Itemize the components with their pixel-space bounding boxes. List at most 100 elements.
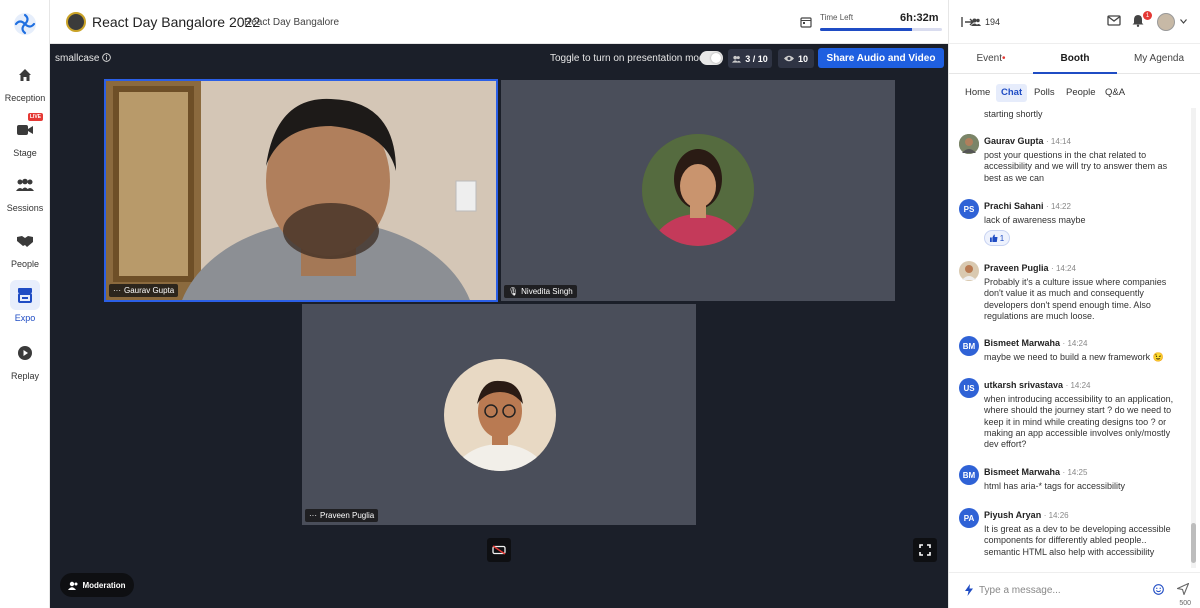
more-options-icon[interactable]: ··· — [309, 511, 317, 520]
rail-label-replay: Replay — [10, 371, 39, 381]
message-meta: Bismeet Marwaha · 14:24 — [984, 338, 1088, 348]
video-stage: smallcase Toggle to turn on presentation… — [50, 44, 948, 608]
rail-item-people[interactable]: People — [0, 226, 50, 269]
subtab-qa[interactable]: Q&A — [1100, 84, 1130, 102]
fullscreen-button[interactable] — [913, 538, 937, 562]
attendee-count: 194 — [985, 17, 1001, 27]
info-icon[interactable] — [102, 53, 112, 62]
message-meta: Piyush Aryan · 14:26 — [984, 510, 1069, 520]
avatar — [959, 134, 979, 154]
organizer-label: smallcase — [55, 53, 100, 64]
message-time: 14:14 — [1050, 137, 1071, 146]
message-time: 14:24 — [1055, 264, 1076, 273]
handshake-icon — [10, 226, 40, 256]
participants-pill[interactable]: 3 / 10 — [728, 49, 772, 68]
sessions-icon — [10, 170, 40, 200]
right-panel: 194 1 Event• Booth My Agenda Home Chat P… — [948, 0, 1200, 608]
notification-badge: 1 — [1143, 11, 1152, 20]
chat-messages: starting shortly Gaurav Gupta · 14:14 po… — [949, 108, 1189, 568]
participant-avatar — [642, 134, 754, 246]
mail-icon[interactable] — [1107, 15, 1121, 26]
tab-event[interactable]: Event• — [949, 44, 1033, 74]
subtab-polls[interactable]: Polls — [1029, 84, 1060, 102]
subtab-people[interactable]: People — [1061, 84, 1101, 102]
booth-subtabs: Home Chat Polls People Q&A — [949, 80, 1200, 106]
message-text: lack of awareness maybe — [984, 215, 1086, 225]
presentation-toggle-label: Toggle to turn on presentation mode — [550, 53, 711, 64]
participant-name: Nivedita Singh — [521, 287, 573, 296]
time-progress-bar — [820, 28, 942, 31]
rail-label-expo: Expo — [14, 313, 36, 323]
message-time: 14:22 — [1050, 202, 1071, 211]
rail-item-replay[interactable]: Replay — [0, 338, 50, 381]
rail-label-reception: Reception — [4, 93, 46, 103]
rail-item-sessions[interactable]: Sessions — [0, 170, 50, 213]
emoji-icon[interactable] — [1153, 584, 1164, 595]
video-tile-gaurav[interactable]: ··· Gaurav Gupta — [104, 79, 498, 302]
rail-label-people: People — [10, 259, 40, 269]
tab-booth[interactable]: Booth — [1033, 44, 1117, 74]
sender-name: Piyush Aryan — [984, 510, 1042, 520]
calendar-icon[interactable] — [800, 16, 812, 28]
message-text: maybe we need to build a new framework 😉 — [984, 352, 1164, 362]
viewers-count: 10 — [797, 53, 808, 64]
lightning-icon[interactable] — [965, 584, 973, 596]
participant-name-tag: ··· Gaurav Gupta — [109, 284, 179, 297]
avatar: US — [959, 378, 979, 398]
camera-off-button[interactable] — [487, 538, 511, 562]
left-rail: Reception LIVE Stage Sessions People Exp… — [0, 0, 50, 608]
video-camera-icon: LIVE — [10, 113, 43, 145]
time-left-value: 6h:32m — [900, 12, 939, 24]
avatar: PA — [959, 508, 979, 528]
message-meta: Bismeet Marwaha · 14:25 — [984, 467, 1088, 477]
share-audio-video-button[interactable]: Share Audio and Video — [818, 48, 944, 68]
speaker-video-frame — [106, 81, 496, 300]
message-text: html has aria-* tags for accessibility — [984, 481, 1126, 491]
message-input[interactable] — [979, 581, 1149, 599]
hubilo-logo-icon[interactable] — [13, 12, 37, 36]
booth-icon — [10, 280, 40, 310]
more-options-icon[interactable]: ··· — [113, 286, 121, 295]
subtab-chat[interactable]: Chat — [996, 84, 1028, 102]
reaction-chip[interactable]: 1 — [984, 230, 1010, 246]
sender-name: Bismeet Marwaha — [984, 338, 1061, 348]
tab-my-agenda[interactable]: My Agenda — [1117, 44, 1200, 74]
thumbs-up-icon — [989, 234, 998, 242]
video-tile-nivedita[interactable]: 🎙 Nivedita Singh — [501, 80, 895, 301]
message-text: post your questions in the chat related … — [984, 150, 1168, 183]
presentation-mode-toggle[interactable] — [700, 51, 723, 65]
rail-item-expo[interactable]: Expo — [0, 280, 50, 323]
participant-name: Gaurav Gupta — [124, 286, 175, 295]
organizer-name: smallcase — [55, 53, 112, 64]
rail-item-reception[interactable]: Reception — [0, 60, 50, 103]
viewers-pill[interactable]: 10 — [778, 49, 814, 68]
message-meta: Praveen Puglia · 14:24 — [984, 263, 1076, 273]
user-avatar[interactable] — [1157, 13, 1175, 31]
avatar — [959, 261, 979, 281]
message-meta: Prachi Sahani · 14:22 — [984, 201, 1071, 211]
rail-item-stage[interactable]: LIVE Stage — [0, 113, 50, 158]
participant-avatar — [444, 359, 556, 471]
send-icon[interactable] — [1177, 583, 1189, 595]
chevron-down-icon[interactable] — [1180, 19, 1187, 24]
subtab-home[interactable]: Home — [960, 84, 995, 102]
video-tile-praveen[interactable]: ··· Praveen Puglia — [302, 304, 696, 525]
event-subtitle[interactable]: React Day Bangalore — [244, 17, 339, 28]
scrollbar-thumb[interactable] — [1191, 523, 1196, 563]
home-icon — [10, 60, 40, 90]
message-text: It is great as a dev to be developing ac… — [984, 524, 1171, 557]
avatar: BM — [959, 465, 979, 485]
participant-name: Praveen Puglia — [320, 511, 375, 520]
character-limit: 500 — [1179, 600, 1191, 607]
sender-name: Bismeet Marwaha — [984, 467, 1061, 477]
message-time: 14:24 — [1067, 339, 1088, 348]
avatar: BM — [959, 336, 979, 356]
message-text: when introducing accessibility to an app… — [984, 394, 1174, 450]
chat-scrollbar[interactable] — [1191, 108, 1196, 568]
camera-off-icon — [492, 545, 506, 555]
users-icon — [732, 55, 742, 63]
microphone-icon: 🎙 — [508, 287, 519, 296]
rail-label-stage: Stage — [13, 148, 37, 158]
moderation-button[interactable]: Moderation — [60, 573, 134, 597]
panel-tabs: Event• Booth My Agenda — [949, 44, 1200, 74]
